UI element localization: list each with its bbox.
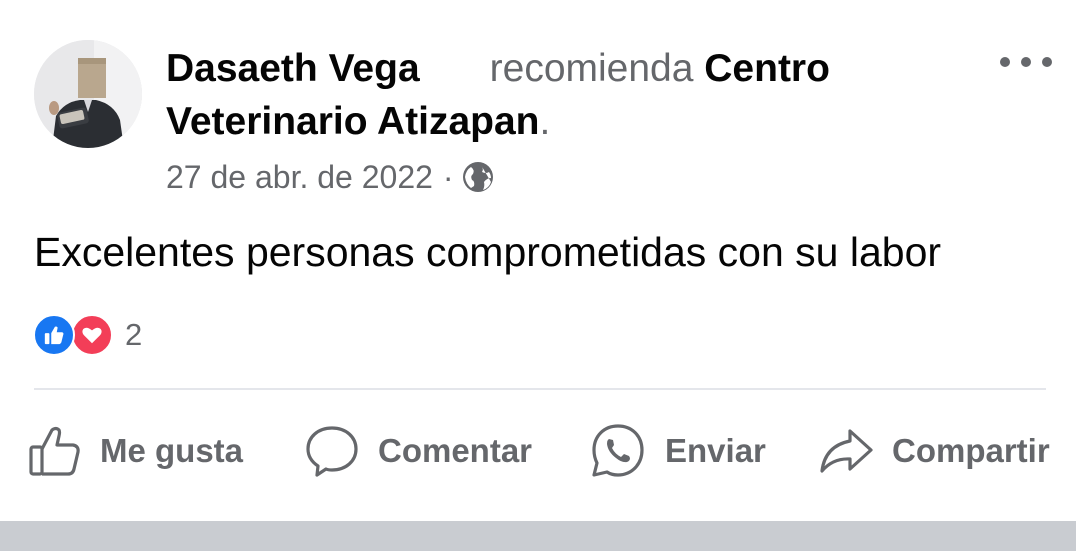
post-timestamp[interactable]: 27 de abr. de 2022 xyxy=(166,159,433,196)
reactions-summary[interactable]: 2 xyxy=(33,313,142,357)
share-button[interactable]: Compartir xyxy=(818,420,1050,482)
thumbs-up-icon xyxy=(28,424,82,478)
divider xyxy=(34,388,1046,390)
comment-bubble-icon xyxy=(304,423,360,479)
comment-button[interactable]: Comentar xyxy=(304,420,532,482)
like-reaction-icon xyxy=(33,314,75,356)
avatar-photo xyxy=(34,40,142,148)
more-dot xyxy=(1021,57,1031,67)
recommendation-post: Dasaeth Vega recomienda Centro Veterinari… xyxy=(0,0,1076,551)
like-button-label: Me gusta xyxy=(100,432,244,469)
whatsapp-icon xyxy=(589,422,647,480)
globe-icon xyxy=(462,161,494,193)
author-name[interactable]: Dasaeth Vega xyxy=(166,47,420,90)
share-button-label: Compartir xyxy=(892,432,1050,469)
reaction-count: 2 xyxy=(125,317,143,352)
share-arrow-icon xyxy=(818,423,874,479)
post-header: Dasaeth Vega recomienda Centro Veterinari… xyxy=(166,42,966,148)
more-options-button[interactable] xyxy=(1000,50,1052,74)
more-dot xyxy=(1000,57,1010,67)
post-meta: 27 de abr. de 2022 · xyxy=(166,157,494,197)
post-actions-bar: Me gusta Comentar Enviar Compartir xyxy=(0,420,1076,482)
trailing-period: . xyxy=(539,100,551,143)
send-button[interactable]: Enviar xyxy=(589,420,766,482)
avatar[interactable] xyxy=(34,40,142,148)
comment-button-label: Comentar xyxy=(378,432,533,469)
love-reaction-icon xyxy=(71,314,113,356)
like-button[interactable]: Me gusta xyxy=(28,420,243,482)
post-body-text: Excelentes personas comprometidas con su… xyxy=(34,229,942,275)
action-verb: recomienda xyxy=(489,47,694,90)
feed-separator xyxy=(0,521,1076,551)
send-button-label: Enviar xyxy=(665,432,766,469)
meta-separator: · xyxy=(442,158,454,195)
more-dot xyxy=(1042,57,1052,67)
